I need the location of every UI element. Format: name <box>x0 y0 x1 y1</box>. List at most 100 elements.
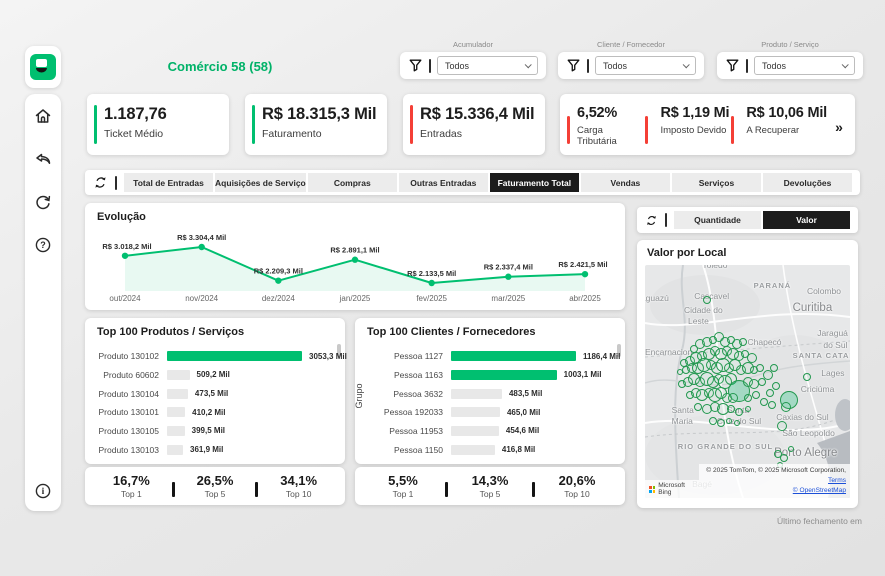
evolution-line-chart[interactable]: R$ 3.018,2 Milout/2024R$ 3.304,4 Milnov/… <box>93 227 617 305</box>
evolution-panel: Evolução R$ 3.018,2 Milout/2024R$ 3.304,… <box>85 203 625 310</box>
last-closing-note: Último fechamento em <box>690 516 862 526</box>
divider <box>429 59 431 73</box>
bar[interactable] <box>167 407 185 417</box>
tab-devoluc-o-es[interactable]: Devoluções <box>763 173 852 192</box>
map-label-jaragua: Jaraguá <box>817 328 848 338</box>
bar-category-label: Pessoa 1127 <box>373 351 443 361</box>
map-bubble[interactable] <box>703 296 711 304</box>
top-clients-stats: 5,5%Top 114,3%Top 520,6%Top 10 <box>355 467 625 505</box>
app-logo <box>25 46 61 88</box>
bar[interactable] <box>451 389 502 399</box>
bar-row-produto-130102[interactable]: Produto 1301023053,3 Mil <box>91 351 335 361</box>
bar[interactable] <box>451 351 576 361</box>
select-value: Todos <box>603 61 627 71</box>
kpi-group-card: 6,52% Carga Tributária R$ 1,19 Mi Impost… <box>560 94 855 155</box>
produto-servico-select[interactable]: Todos <box>754 56 855 75</box>
tab-aquisic-o-es-de-servic-o[interactable]: Aquisições de Serviço <box>215 173 306 192</box>
map-bubble[interactable] <box>728 393 738 403</box>
bar-row-produto-130105[interactable]: Produto 130105399,5 Mil <box>91 426 335 436</box>
tab-compras[interactable]: Compras <box>308 173 397 192</box>
svg-text:i: i <box>42 487 45 497</box>
bar-row-pessoa-3632[interactable]: Pessoa 3632483,5 Mil <box>373 389 615 399</box>
bar-row-produto-130103[interactable]: Produto 130103361,9 Mil <box>91 445 335 455</box>
map-label-toledo: Toledo <box>702 265 727 270</box>
back-undo-icon[interactable] <box>34 150 52 168</box>
bar-row-produto-60602[interactable]: Produto 60602509,2 Mil <box>91 370 335 380</box>
tab-vendas[interactable]: Vendas <box>581 173 670 192</box>
openstreetmap-link[interactable]: © OpenStreetMap <box>793 487 846 494</box>
home-icon[interactable] <box>34 107 52 125</box>
top-clients-panel: Top 100 Clientes / Fornecedores Grupo Pe… <box>355 318 625 464</box>
bar-row-pessoa-1127[interactable]: Pessoa 11271186,4 Mil <box>373 351 615 361</box>
bar-value-label: 483,5 Mil <box>509 389 542 398</box>
bar[interactable] <box>167 351 302 361</box>
map-bubble[interactable] <box>744 394 752 402</box>
map-attribution: Microsoft Bing © 2025 TomTom, © 2025 Mic… <box>645 464 850 498</box>
microsoft-logo-icon <box>649 486 655 493</box>
info-icon[interactable]: i <box>34 482 52 500</box>
bar[interactable] <box>167 426 185 436</box>
sync-icon[interactable] <box>93 175 108 190</box>
map-canvas[interactable]: ToledoPARANÁColomboCascavelaguazúCidade … <box>645 265 850 498</box>
panel-title: Evolução <box>97 211 146 223</box>
map-label-santa-catarina: SANTA CATARINA <box>793 351 850 360</box>
tab-total-de-entradas[interactable]: Total de Entradas <box>124 173 213 192</box>
bar[interactable] <box>451 370 557 380</box>
filter-label: Cliente / Fornecedor <box>558 40 704 49</box>
map-label-curitiba: Curitiba <box>793 302 833 314</box>
tab-faturamento-total[interactable]: Faturamento Total <box>490 173 579 192</box>
map-bubble[interactable] <box>803 373 811 381</box>
map-bubble[interactable] <box>770 364 778 372</box>
stat-label: Top 10 <box>258 489 339 499</box>
kpi-value: R$ 1,19 Mi <box>660 105 729 121</box>
help-icon[interactable]: ? <box>34 236 52 254</box>
data-point[interactable] <box>352 257 358 263</box>
acumulador-select[interactable]: Todos <box>437 56 538 75</box>
x-axis-label: nov/2024 <box>185 294 218 303</box>
tab-servic-os[interactable]: Serviços <box>672 173 761 192</box>
data-point[interactable] <box>275 277 281 283</box>
bar-category-label: Produto 130104 <box>91 389 159 399</box>
tab-outras-entradas[interactable]: Outras Entradas <box>399 173 488 192</box>
bar-row-pessoa-1163[interactable]: Pessoa 11631003,1 Mil <box>373 370 615 380</box>
terms-link[interactable]: Terms <box>828 477 846 484</box>
x-axis-label: fev/2025 <box>416 294 447 303</box>
data-label: R$ 3.304,4 Mil <box>177 233 226 242</box>
bar-row-produto-130101[interactable]: Produto 130101410,2 Mil <box>91 407 335 417</box>
bar-row-pessoa-11953[interactable]: Pessoa 11953454,6 Mil <box>373 426 615 436</box>
map-bubble[interactable] <box>756 364 764 372</box>
toggle-quantidade[interactable]: Quantidade <box>674 211 761 229</box>
data-point[interactable] <box>428 280 434 286</box>
map-bubble[interactable] <box>768 401 776 409</box>
bar[interactable] <box>451 426 499 436</box>
toggle-valor[interactable]: Valor <box>763 211 850 229</box>
kpi-imposto-devido: R$ 1,19 Mi Imposto Devido <box>643 105 729 155</box>
expand-more-icon[interactable]: » <box>827 99 851 155</box>
divider <box>746 59 748 73</box>
data-point[interactable] <box>582 271 588 277</box>
stat-value: 26,5% <box>175 473 256 488</box>
bar-rows: Pessoa 11271186,4 Mil Pessoa 11631003,1 M… <box>373 347 615 459</box>
bar[interactable] <box>451 407 500 417</box>
sync-icon[interactable] <box>645 214 658 227</box>
map-bubble[interactable] <box>709 417 717 425</box>
cliente-fornecedor-select[interactable]: Todos <box>595 56 696 75</box>
data-point[interactable] <box>122 253 128 259</box>
filter-label: Produto / Serviço <box>717 40 863 49</box>
copyright-text: © 2025 TomTom, © 2025 Microsoft Corporat… <box>706 467 846 474</box>
bar[interactable] <box>167 389 188 399</box>
bar-row-pessoa-1150[interactable]: Pessoa 1150416,8 Mil <box>373 445 615 455</box>
bar[interactable] <box>167 445 183 455</box>
bar[interactable] <box>167 370 190 380</box>
kpi-label: Entradas <box>420 128 539 140</box>
bar-row-produto-130104[interactable]: Produto 130104473,5 Mil <box>91 389 335 399</box>
bar-row-pessoa-192033[interactable]: Pessoa 192033465,0 Mil <box>373 407 615 417</box>
map-bubble[interactable] <box>788 446 794 452</box>
data-point[interactable] <box>505 274 511 280</box>
data-point[interactable] <box>198 244 204 250</box>
data-label: R$ 3.018,2 Mil <box>102 242 151 251</box>
map-label-rio-grande-do-sul: RIO GRANDE DO SUL <box>678 442 773 451</box>
bar[interactable] <box>451 445 495 455</box>
refresh-icon[interactable] <box>34 193 52 211</box>
kpi-accent <box>567 116 570 144</box>
